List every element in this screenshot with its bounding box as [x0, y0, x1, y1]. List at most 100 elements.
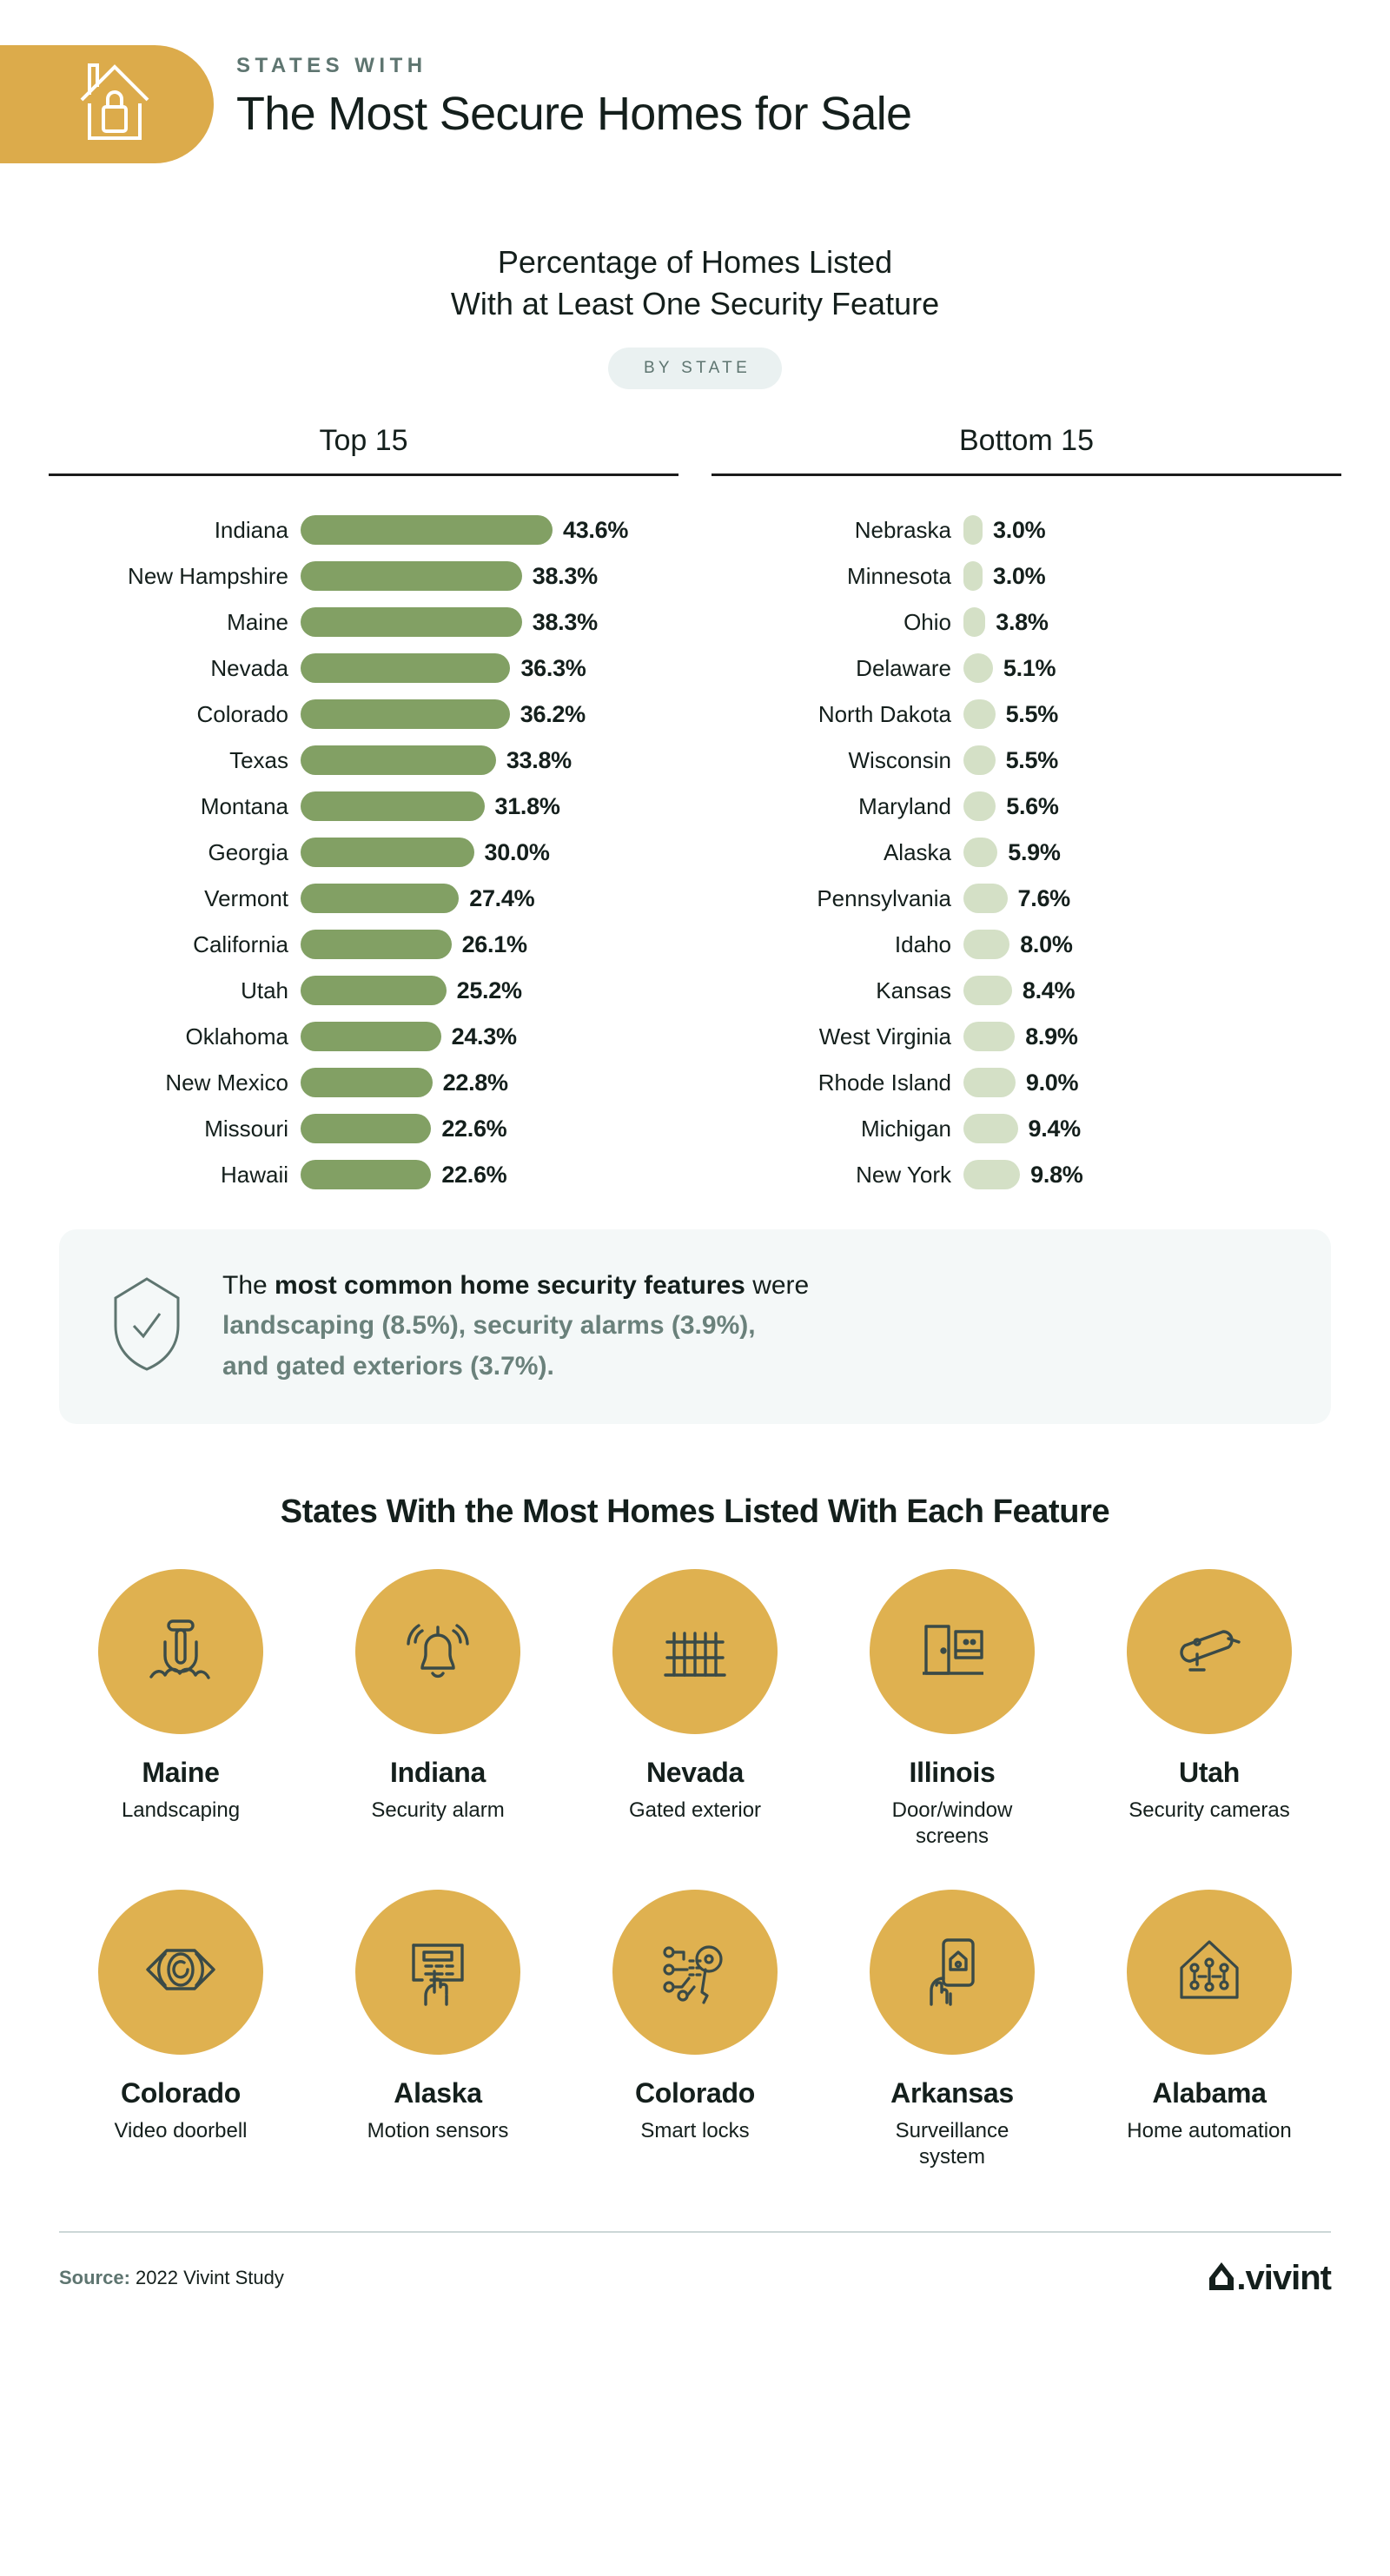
feature-state: Alabama: [1152, 2076, 1267, 2109]
bar-track: [963, 884, 1008, 914]
bar-row-value: 33.8%: [506, 746, 572, 773]
callout-box: The most common home security features w…: [59, 1228, 1331, 1424]
feature-state: Indiana: [390, 1756, 486, 1788]
feature-name: Gated exterior: [628, 1798, 762, 1822]
feature-grid-row-2: Colorado Video doorbell Alaska Motion senso…: [0, 1889, 1390, 2170]
feature-state: Utah: [1179, 1756, 1240, 1788]
bar: [963, 884, 1008, 914]
bar-track: [301, 561, 522, 592]
bar-row: Nebraska 3.0%: [712, 507, 1341, 553]
feature-icon-circle: [870, 1889, 1035, 2055]
feature-state: Maine: [142, 1756, 220, 1788]
bar-track: [963, 838, 998, 868]
bar-row-value: 8.4%: [1022, 977, 1076, 1003]
panel-rule: [49, 473, 678, 476]
bar-track: [963, 699, 996, 730]
bar-row-value: 30.0%: [484, 838, 550, 865]
panel-rule: [712, 473, 1341, 476]
bar-row-value: 24.3%: [451, 1023, 517, 1050]
bar-track: [301, 653, 511, 684]
bar: [301, 699, 510, 730]
bar: [963, 561, 983, 592]
bar-track: [301, 515, 553, 546]
bar-row: Oklahoma 24.3%: [49, 1014, 678, 1060]
feature-icon-circle: [355, 1889, 520, 2055]
bar-row-label: Missouri: [204, 1115, 288, 1142]
bar-row-value: 5.5%: [1005, 746, 1059, 773]
bar-row-label: Maine: [227, 608, 288, 635]
bar-row-value: 5.5%: [1005, 700, 1059, 727]
feature-icon-circle: [98, 1568, 263, 1734]
feature-name: Motion sensors: [367, 2118, 509, 2142]
bar-row-value: 5.9%: [1008, 838, 1061, 865]
bar: [963, 791, 996, 822]
bar-track: [301, 607, 522, 638]
panel-title-top15: Top 15: [319, 423, 408, 457]
bar-row-label: Oklahoma: [185, 1023, 289, 1050]
feature-icon-circle: [1127, 1889, 1292, 2055]
bar-track: [963, 930, 1010, 960]
bar-track: [301, 1068, 433, 1098]
chart-area: Top 15 Indiana 43.6% New Hampshire 38.3% Mai…: [0, 424, 1390, 1198]
bar: [963, 1022, 1016, 1052]
bar-row-label: California: [193, 930, 288, 957]
bar-row-value: 8.9%: [1025, 1023, 1078, 1050]
feature-name: Security cameras: [1129, 1798, 1290, 1822]
feature-cell: Maine Landscaping: [52, 1568, 309, 1850]
bar-row: Ohio 3.8%: [712, 599, 1341, 646]
bar-track: [301, 884, 460, 914]
bar-row-label: Michigan: [860, 1115, 951, 1142]
bar-row-value: 22.6%: [441, 1161, 507, 1188]
bar-row-label: New Mexico: [165, 1069, 288, 1096]
bar-row-label: Nevada: [210, 654, 288, 681]
bar-row-value: 3.0%: [993, 516, 1046, 543]
bar-row-label: Minnesota: [847, 562, 951, 589]
bar-row-value: 25.2%: [456, 977, 522, 1003]
bar-row-label: Texas: [229, 746, 288, 773]
bar-track: [301, 838, 474, 868]
feature-name: Door/window screens: [891, 1798, 1013, 1848]
feature-icon-circle: [612, 1568, 778, 1734]
bar-track: [301, 791, 485, 822]
shovel-icon: [139, 1607, 222, 1695]
chart-subtitle-line1: Percentage of Homes Listed: [497, 244, 893, 280]
bar-row-label: Indiana: [214, 516, 288, 543]
bar-track: [963, 1022, 1016, 1052]
chart-panel-top15: Top 15 Indiana 43.6% New Hampshire 38.3% Mai…: [49, 424, 678, 1198]
feature-state: Nevada: [645, 1756, 745, 1788]
bar: [963, 976, 1012, 1006]
bar-row-value: 22.8%: [442, 1069, 508, 1096]
feature-cell: Nevada Gated exterior: [566, 1568, 824, 1850]
bar-row: Rhode Island 9.0%: [712, 1060, 1341, 1106]
bar-row-label: Rhode Island: [817, 1069, 951, 1096]
bar-track: [963, 1160, 1021, 1190]
bar-row: Utah 25.2%: [49, 968, 678, 1014]
bar-row-value: 36.2%: [520, 700, 586, 727]
shield-check-icon: [109, 1275, 184, 1377]
bar-row: Georgia 30.0%: [49, 830, 678, 876]
bar: [301, 791, 485, 822]
header: STATES WITH The Most Secure Homes for Sa…: [0, 0, 1390, 200]
callout-highlight-line1: landscaping (8.5%), security alarms (3.9…: [222, 1311, 756, 1341]
infographic-page: STATES WITH The Most Secure Homes for Sa…: [0, 0, 1390, 2576]
bar-row-value: 26.1%: [461, 930, 527, 957]
feature-name: Home automation: [1127, 2118, 1292, 2142]
feature-cell: Alaska Motion sensors: [309, 1889, 566, 2170]
bar-row-value: 7.6%: [1017, 884, 1071, 911]
bar-row: Minnesota 3.0%: [712, 553, 1341, 599]
bar-row: Nevada 36.3%: [49, 646, 678, 692]
bar-row-value: 43.6%: [563, 516, 629, 543]
bar: [963, 699, 996, 730]
feature-grid-row-1: Maine Landscaping Indiana Security alarm Nev…: [0, 1568, 1390, 1850]
feature-state: Alaska: [394, 2076, 482, 2109]
bar: [301, 1114, 432, 1144]
bar-row: Colorado 36.2%: [49, 692, 678, 738]
bar-row-label: Montana: [200, 792, 288, 819]
bar: [301, 1022, 441, 1052]
badge-wrap: BY STATE: [0, 347, 1390, 389]
bar-row: Maine 38.3%: [49, 599, 678, 646]
bar: [301, 1068, 433, 1098]
vivint-wordmark: .vivint: [1236, 2258, 1332, 2297]
bar-rows-bottom15: Nebraska 3.0% Minnesota 3.0% Ohio 3.8% Delawar…: [712, 507, 1341, 1198]
feature-icon-circle: [1127, 1568, 1292, 1734]
